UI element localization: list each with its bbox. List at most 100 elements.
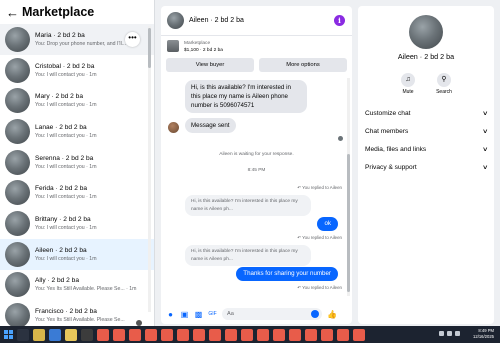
more-horizontal-icon[interactable]: ••• bbox=[125, 32, 140, 47]
message-input[interactable]: Aa bbox=[222, 308, 322, 320]
conversation-preview: You: I will contact you · 1m bbox=[35, 194, 97, 201]
section-label: Customize chat bbox=[365, 109, 411, 117]
chat-title[interactable]: Aileen · 2 bd 2 ba bbox=[189, 17, 244, 24]
section-label: Chat members bbox=[365, 127, 409, 135]
conversation-item[interactable]: Francisco · 2 bd 2 ba You: Yes Its Still … bbox=[0, 300, 154, 326]
terminal-icon[interactable] bbox=[81, 328, 93, 341]
conversation-name: Francisco · 2 bd 2 ba bbox=[35, 308, 97, 316]
windows-start-icon[interactable] bbox=[4, 330, 13, 339]
conversation-item[interactable]: Cristobal · 2 bd 2 ba You: I will contact… bbox=[0, 55, 154, 86]
scrollbar-thumb[interactable] bbox=[148, 28, 151, 68]
chrome-icon[interactable] bbox=[337, 328, 349, 341]
chevron-down-icon: ∨ bbox=[481, 128, 488, 135]
search-icon: ⚲ bbox=[437, 73, 451, 87]
chrome-icon[interactable] bbox=[273, 328, 285, 341]
conversation-item-active[interactable]: Aileen · 2 bd 2 ba You: I will contact yo… bbox=[0, 238, 154, 270]
chrome-icon[interactable] bbox=[145, 328, 157, 341]
chrome-icon[interactable] bbox=[193, 328, 205, 341]
scrollbar-track[interactable] bbox=[148, 26, 151, 312]
incoming-message: Message sent bbox=[185, 118, 236, 133]
chrome-icon[interactable] bbox=[321, 328, 333, 341]
conversation-preview: You: I will contact you · 1m bbox=[35, 255, 97, 262]
conversation-item[interactable]: Ferida · 2 bd 2 ba You: I will contact yo… bbox=[0, 177, 154, 208]
like-icon[interactable]: 👍 bbox=[327, 310, 337, 319]
chevron-down-icon: ∨ bbox=[481, 110, 488, 117]
folder-icon[interactable] bbox=[65, 328, 77, 341]
section-media-files-links[interactable]: Media, files and links ∨ bbox=[365, 142, 488, 156]
conversation-item[interactable]: Maria · 2 bd 2 ba You: Drop your phone nu… bbox=[0, 24, 154, 55]
chrome-icon[interactable] bbox=[97, 328, 109, 341]
search-button[interactable]: ⚲ Search bbox=[433, 73, 455, 95]
taskbar: 8:49 PM 12/16/2025 bbox=[0, 326, 500, 343]
sticker-icon[interactable]: ▩ bbox=[194, 310, 203, 319]
section-label: Media, files and links bbox=[365, 145, 427, 153]
edge-icon[interactable] bbox=[49, 328, 61, 341]
chrome-icon[interactable] bbox=[113, 328, 125, 341]
chrome-icon[interactable] bbox=[225, 328, 237, 341]
conversation-name: Mary · 2 bd 2 ba bbox=[35, 93, 84, 101]
scrollbar-thumb[interactable] bbox=[347, 154, 350, 292]
clock-date: 12/16/2025 bbox=[473, 334, 494, 339]
avatar bbox=[5, 272, 30, 298]
mute-button[interactable]: ♫ Mute bbox=[397, 73, 419, 95]
chrome-icon[interactable] bbox=[129, 328, 141, 341]
messenger-window: ← Marketplace Maria · 2 bd 2 ba You: Drop… bbox=[0, 0, 500, 343]
file-explorer-icon[interactable] bbox=[33, 328, 45, 341]
listing-banner[interactable]: Marketplace $1,100 · 2 bd 2 ba bbox=[161, 36, 352, 58]
avatar bbox=[5, 149, 30, 175]
avatar bbox=[5, 210, 30, 236]
conversation-name: Aileen · 2 bd 2 ba bbox=[35, 246, 87, 254]
chevron-down-icon: ∨ bbox=[481, 164, 488, 171]
more-options-button[interactable]: More options bbox=[259, 58, 347, 72]
avatar[interactable] bbox=[409, 15, 443, 49]
chat-info-pane: Aileen · 2 bd 2 ba ♫ Mute ⚲ Search Custo… bbox=[358, 6, 494, 324]
chrome-icon[interactable] bbox=[289, 328, 301, 341]
chat-header: Aileen · 2 bd 2 ba i bbox=[161, 6, 352, 36]
image-icon[interactable]: ▣ bbox=[180, 310, 189, 319]
gif-icon[interactable]: GIF bbox=[208, 310, 217, 319]
mic-icon[interactable]: ● bbox=[166, 310, 175, 319]
section-privacy-support[interactable]: Privacy & support ∨ bbox=[365, 160, 488, 174]
avatar bbox=[5, 241, 30, 267]
quoted-message: Hi, is this available? I'm interested in… bbox=[185, 245, 311, 266]
outgoing-message: ok bbox=[317, 217, 338, 231]
conversation-list-pane: ← Marketplace Maria · 2 bd 2 ba You: Drop… bbox=[0, 0, 155, 326]
mute-label: Mute bbox=[402, 89, 414, 95]
emoji-icon[interactable] bbox=[311, 310, 319, 318]
conversation-item[interactable]: Mary · 2 bd 2 ba You: I will contact you … bbox=[0, 85, 154, 116]
quoted-message: Hi, is this available? I'm interested in… bbox=[185, 195, 311, 216]
conversation-preview: You: I will contact you · 1m bbox=[35, 132, 97, 139]
clock[interactable]: 8:49 PM 12/16/2025 bbox=[473, 328, 494, 340]
info-icon[interactable]: i bbox=[334, 15, 345, 26]
avatar bbox=[5, 180, 30, 206]
chrome-icon[interactable] bbox=[209, 328, 221, 341]
search-icon[interactable] bbox=[17, 328, 29, 341]
chrome-icon[interactable] bbox=[257, 328, 269, 341]
system-tray[interactable] bbox=[439, 331, 460, 336]
conversation-item[interactable]: Lanae · 2 bd 2 ba You: I will contact you… bbox=[0, 116, 154, 147]
conversation-item[interactable]: Ally · 2 bd 2 ba You: Yes Its Still Avail… bbox=[0, 270, 154, 301]
reply-label: ↶ You replied to Aileen bbox=[297, 185, 342, 190]
conversation-name: Ally · 2 bd 2 ba bbox=[35, 277, 79, 285]
arrow-left-icon[interactable]: ← bbox=[6, 5, 20, 20]
chrome-icon[interactable] bbox=[241, 328, 253, 341]
conversation-preview: You: I will contact you · 1m bbox=[35, 71, 97, 78]
list-header: ← Marketplace bbox=[0, 0, 154, 24]
conversation-name: Serenna · 2 bd 2 ba bbox=[35, 154, 94, 162]
avatar bbox=[5, 118, 30, 144]
reply-label: ↶ You replied to Aileen bbox=[297, 235, 342, 240]
view-buyer-button[interactable]: View buyer bbox=[166, 58, 254, 72]
chrome-icon[interactable] bbox=[161, 328, 173, 341]
chrome-icon[interactable] bbox=[353, 328, 365, 341]
conversation-preview: You: I will contact you · 1m bbox=[35, 163, 97, 170]
chrome-icon[interactable] bbox=[305, 328, 317, 341]
chrome-icon[interactable] bbox=[177, 328, 189, 341]
section-chat-members[interactable]: Chat members ∨ bbox=[365, 124, 488, 138]
seen-indicator bbox=[338, 136, 343, 141]
avatar[interactable] bbox=[167, 12, 184, 29]
conversation-item[interactable]: Brittany · 2 bd 2 ba You: I will contact … bbox=[0, 208, 154, 239]
avatar bbox=[5, 57, 30, 83]
conversation-item[interactable]: Serenna · 2 bd 2 ba You: I will contact y… bbox=[0, 147, 154, 178]
search-label: Search bbox=[436, 89, 452, 95]
section-customize-chat[interactable]: Customize chat ∨ bbox=[365, 106, 488, 120]
